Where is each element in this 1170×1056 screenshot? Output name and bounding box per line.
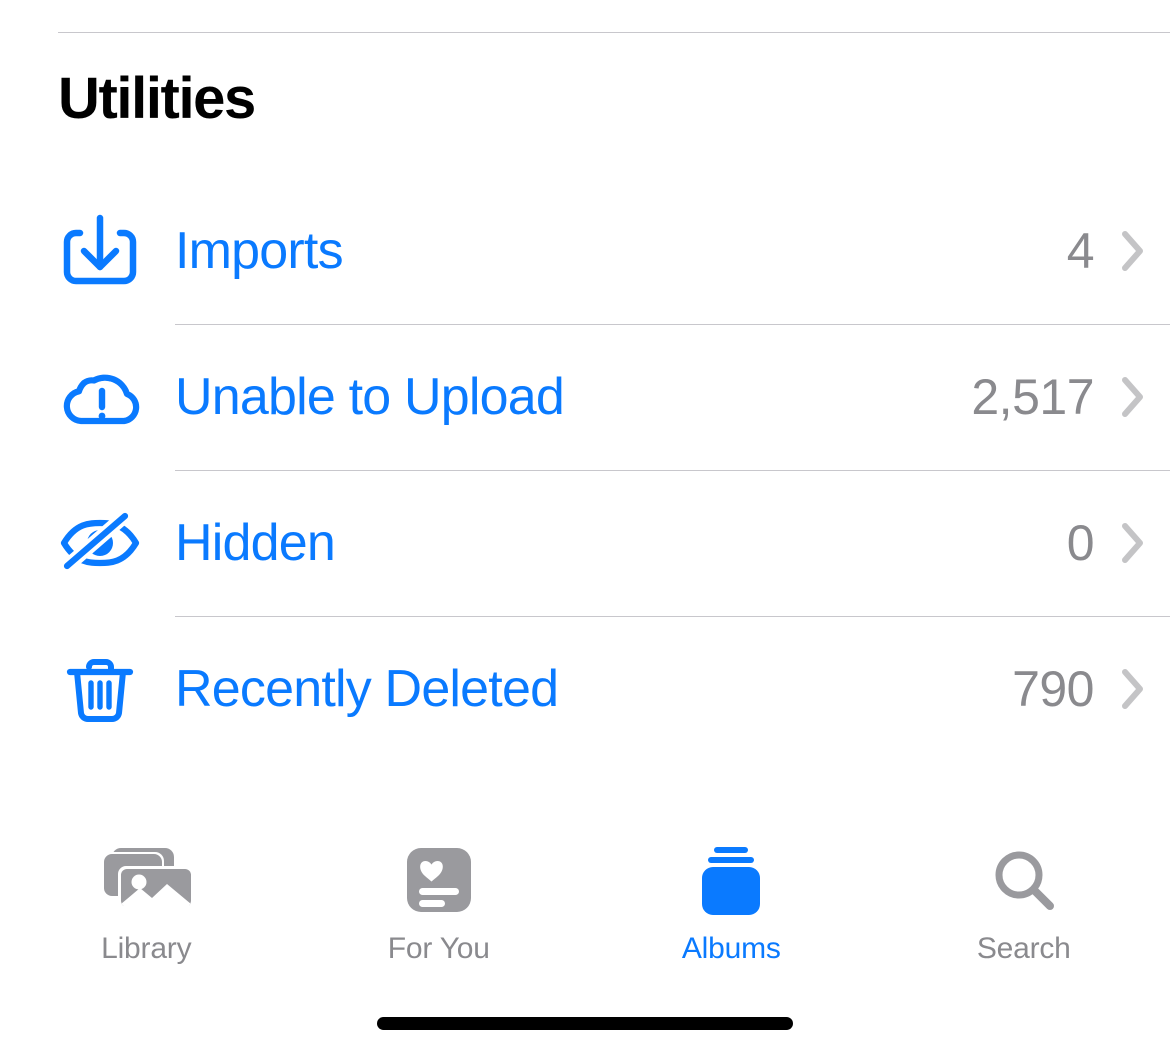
list-item-hidden[interactable]: Hidden 0	[0, 470, 1170, 616]
tab-label: For You	[387, 932, 490, 965]
trash-icon	[58, 647, 142, 731]
square-arrow-down-icon	[58, 209, 142, 293]
chevron-right-icon	[1120, 521, 1146, 565]
home-indicator[interactable]	[377, 1017, 793, 1030]
list-item-label: Hidden	[175, 514, 336, 572]
tab-search[interactable]: Search	[878, 816, 1170, 966]
list-item-unable-to-upload[interactable]: Unable to Upload 2,517	[0, 324, 1170, 470]
list-item-label: Imports	[175, 222, 344, 280]
list-item-imports[interactable]: Imports 4	[0, 178, 1170, 324]
list-item-label: Unable to Upload	[175, 368, 565, 426]
magnifier-icon	[986, 844, 1062, 920]
chevron-right-icon	[1120, 667, 1146, 711]
list-item-count: 0	[1066, 515, 1095, 571]
albums-stack-icon	[693, 844, 769, 920]
tab-label: Library	[101, 932, 192, 965]
photo-stack-icon	[92, 844, 200, 920]
chevron-right-icon	[1120, 229, 1146, 273]
tab-albums[interactable]: Albums	[585, 816, 878, 966]
eye-slash-icon	[58, 501, 142, 585]
tab-for-you[interactable]: For You	[293, 816, 586, 966]
top-separator	[58, 32, 1170, 33]
list-item-count: 2,517	[971, 369, 1094, 425]
tab-label: Albums	[681, 932, 781, 965]
list-item-count: 790	[1012, 661, 1094, 717]
page-title: Utilities	[58, 66, 256, 131]
cloud-exclamation-icon	[58, 355, 142, 439]
chevron-right-icon	[1120, 375, 1146, 419]
utilities-list: Imports 4 Unable to Upload 2,517 Hidden …	[0, 178, 1170, 762]
heart-card-icon	[401, 844, 477, 920]
list-item-label: Recently Deleted	[175, 660, 559, 718]
tab-library[interactable]: Library	[0, 816, 293, 966]
list-item-count: 4	[1066, 223, 1095, 279]
list-item-recently-deleted[interactable]: Recently Deleted 790	[0, 616, 1170, 762]
tab-label: Search	[976, 932, 1071, 965]
